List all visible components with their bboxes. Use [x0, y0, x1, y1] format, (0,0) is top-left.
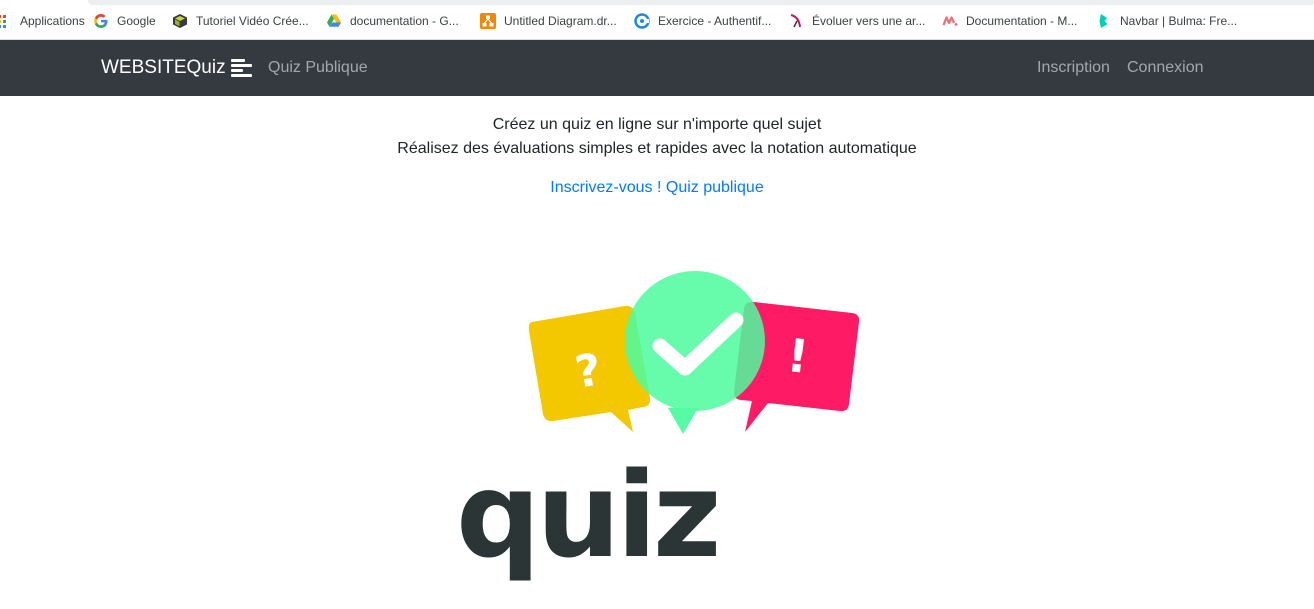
bookmark-label: Évoluer vers une ar... — [812, 14, 926, 28]
apps-grid-icon — [0, 13, 12, 29]
google-drive-icon — [326, 13, 342, 29]
bookmark-evoluer[interactable]: Évoluer vers une ar... — [788, 11, 925, 31]
materialize-icon — [942, 13, 958, 29]
bulma-icon — [1096, 13, 1112, 29]
bookmark-label: documentation - G... — [350, 14, 459, 28]
bookmark-label: Navbar | Bulma: Fre... — [1120, 14, 1238, 28]
bookmark-untitled-diagram[interactable]: Untitled Diagram.dr... — [480, 11, 617, 31]
check-bubble — [624, 271, 765, 434]
tutorial-cube-icon — [172, 13, 188, 29]
drawio-icon — [480, 13, 496, 29]
evoluer-icon — [788, 13, 804, 29]
nav-connexion[interactable]: Connexion — [1127, 59, 1204, 77]
quiz-publique-link[interactable]: Quiz publique — [666, 179, 764, 196]
cta-links: Inscrivez-vous ! Quiz publique — [0, 179, 1314, 197]
bookmark-documentation-drive[interactable]: documentation - G... — [326, 11, 459, 31]
address-bar-edge — [88, 0, 1314, 5]
bookmark-applications[interactable]: Applications — [0, 11, 85, 31]
brand-link[interactable]: WEBSITEQuiz — [101, 57, 253, 79]
inscrivez-vous-link[interactable]: Inscrivez-vous ! — [550, 179, 661, 196]
bookmark-label: Tutoriel Vidéo Crée... — [196, 14, 309, 28]
align-left-icon — [230, 56, 253, 78]
nav-quiz-publique[interactable]: Quiz Publique — [268, 59, 368, 77]
quiz-wordmark: quiz — [456, 446, 718, 584]
bookmark-label: Google — [117, 14, 156, 28]
bookmark-documentation-m[interactable]: Documentation - M... — [942, 11, 1077, 31]
hero-line-2: Réalisez des évaluations simples et rapi… — [397, 140, 917, 157]
quiz-logo: ? ! quiz — [456, 271, 860, 584]
bookmark-bulma[interactable]: Navbar | Bulma: Fre... — [1096, 11, 1237, 31]
brand-name: WEBSITEQuiz — [101, 57, 226, 78]
google-icon — [93, 13, 109, 29]
bookmark-label: Exercice - Authentif... — [658, 14, 772, 28]
bookmark-label: Documentation - M... — [966, 14, 1078, 28]
bookmark-tutoriel[interactable]: Tutoriel Vidéo Crée... — [172, 11, 309, 31]
bookmark-label: Untitled Diagram.dr... — [504, 14, 617, 28]
navbar: WEBSITEQuiz Quiz Publique Inscription Co… — [0, 40, 1314, 96]
exercise-c-icon — [634, 13, 650, 29]
bookmarks-bar: Applications Google Tutoriel Vidéo Crée.… — [0, 0, 1314, 40]
bookmark-google[interactable]: Google — [93, 11, 156, 31]
nav-inscription[interactable]: Inscription — [1037, 59, 1110, 77]
bookmark-label: Applications — [20, 14, 85, 28]
bookmark-exercice[interactable]: Exercice - Authentif... — [634, 11, 771, 31]
hero-line-1: Créez un quiz en ligne sur n'importe que… — [492, 116, 822, 133]
